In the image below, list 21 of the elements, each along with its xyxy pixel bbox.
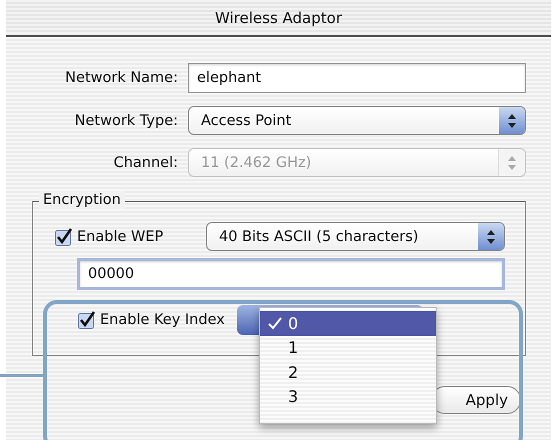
checkbox[interactable] [78, 311, 96, 329]
checkmark-icon [268, 316, 282, 330]
window-title: Wireless Adaptor [215, 8, 342, 26]
field-label: Network Name: [64, 70, 178, 86]
stepper-arrows-icon [508, 114, 516, 128]
wep-mode-popup[interactable]: 40 Bits ASCII (5 characters) [206, 222, 505, 251]
stepper-arrows-icon [508, 156, 516, 170]
menu-item[interactable]: 2 [260, 360, 436, 384]
menu-item[interactable]: 1 [260, 336, 436, 360]
group-title: Encryption [39, 191, 125, 209]
checkbox[interactable] [55, 228, 73, 246]
key-field[interactable]: 00000 [77, 258, 505, 290]
field-label: Network Type: [74, 112, 178, 128]
network-name-field[interactable]: elephant [188, 63, 526, 93]
field-label: Channel: [112, 154, 178, 170]
network-type-popup[interactable]: Access Point [188, 106, 526, 135]
leader-line [0, 374, 43, 377]
checkbox-label: Enable Key Index [100, 312, 225, 328]
menu-item[interactable]: 0 [260, 311, 436, 336]
stepper-arrows-icon [487, 230, 495, 244]
checkbox-label: Enable WEP [77, 228, 164, 244]
